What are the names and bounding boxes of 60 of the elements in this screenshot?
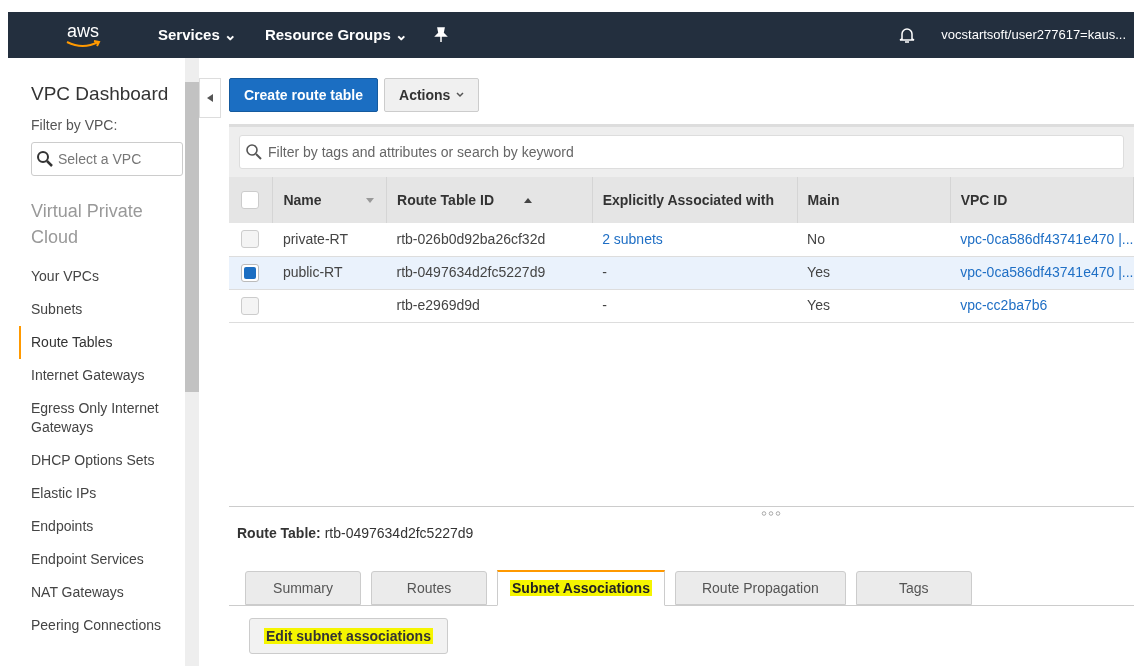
vpc-select-field[interactable]: Select a VPC <box>31 141 183 176</box>
sidebar-item[interactable]: NAT Gateways <box>31 575 183 609</box>
sort-ascending-icon <box>524 198 532 204</box>
select-all-checkbox[interactable] <box>241 191 259 209</box>
bell-icon[interactable] <box>899 26 916 44</box>
route-table-label: Route Table: rtb-0497634d2fc5227d9 <box>237 524 474 543</box>
name-cell: public-RT <box>282 264 343 280</box>
main-cell: Yes <box>807 297 830 313</box>
filter-search-field[interactable]: Filter by tags and attributes or search by keyword <box>239 135 1124 169</box>
detail-tab[interactable]: Tags <box>855 571 972 605</box>
row-checkbox[interactable] <box>241 230 259 249</box>
main-cell: Yes <box>807 264 830 280</box>
vpc-id-link[interactable]: vpc-cc2ba7b6 <box>960 297 1048 313</box>
resize-handle[interactable] <box>761 511 781 516</box>
detail-tab[interactable]: Routes <box>371 571 487 605</box>
name-cell: private-RT <box>282 230 348 247</box>
nav-menu[interactable]: Services ⌄ <box>158 23 237 47</box>
create-route-table-button[interactable]: Create route table <box>229 78 379 112</box>
sidebar-item[interactable]: Your VPCs <box>31 259 183 293</box>
route-table-id-cell: rtb-026b0d92ba26cf32d <box>396 230 546 247</box>
actions-button[interactable]: Actions <box>384 78 480 112</box>
scrollbar[interactable] <box>185 82 199 392</box>
filter-label: Filter by VPC: <box>31 115 119 135</box>
main-cell: No <box>807 230 825 247</box>
sidebar-item[interactable]: Internet Gateways <box>31 358 183 392</box>
associated-cell: - <box>602 264 607 280</box>
sidebar-item[interactable]: Route Tables <box>19 325 183 359</box>
aws-logo[interactable]: aws <box>65 22 101 48</box>
sidebar-item[interactable]: DHCP Options Sets <box>31 443 183 477</box>
sidebar-item[interactable]: Peering Connections <box>31 608 183 642</box>
search-icon <box>245 143 263 161</box>
edit-subnet-associations-button[interactable]: Edit subnet associations <box>249 618 448 654</box>
vpc-id-link[interactable]: vpc-0ca586df43741e470 |... <box>960 264 1134 280</box>
sort-caret-icon <box>365 198 374 204</box>
sidebar-item[interactable]: Endpoint Services <box>31 542 183 576</box>
account-menu[interactable]: vocstartsoft/user277617=kaus... <box>941 25 1126 45</box>
nav-menu[interactable]: Resource Groups ⌄ <box>264 23 408 47</box>
row-checkbox[interactable] <box>241 296 259 315</box>
collapse-sidebar-button[interactable] <box>199 78 221 118</box>
pin-icon[interactable] <box>433 27 448 43</box>
chevron-icon <box>456 92 465 98</box>
detail-tab[interactable]: Subnet Associations <box>497 570 665 606</box>
sidebar-item[interactable]: Endpoints <box>31 509 183 543</box>
sidebar-item[interactable]: Egress Only Internet Gateways <box>31 391 183 444</box>
detail-tab[interactable]: Route Propagation <box>674 571 846 605</box>
route-table-id-cell: rtb-0497634d2fc5227d9 <box>396 264 546 280</box>
route-table-id-cell: rtb-e2969d9d <box>396 297 480 313</box>
table-row[interactable]: rtb-e2969d9d - Yes vpc-cc2ba7b6 <box>229 289 1134 322</box>
caret-icon <box>207 94 213 102</box>
sidebar-item[interactable]: Elastic IPs <box>31 476 183 510</box>
sidebar-item[interactable]: Subnets <box>31 292 183 326</box>
associated-cell: - <box>602 297 607 313</box>
sidebar-title: VPC Dashboard <box>31 82 170 106</box>
vpc-id-link[interactable]: vpc-0ca586df43741e470 |... <box>960 230 1134 247</box>
subnets-link[interactable]: 2 subnets <box>602 230 663 247</box>
search-icon <box>36 149 54 168</box>
row-checkbox[interactable] <box>241 263 259 282</box>
detail-tab[interactable]: Summary <box>245 571 361 605</box>
section-heading: Virtual Private Cloud <box>31 199 144 249</box>
table-row[interactable]: private-RT rtb-026b0d92ba26cf32d 2 subnets No vpc-0ca586df43741e470 |... <box>229 223 1134 256</box>
